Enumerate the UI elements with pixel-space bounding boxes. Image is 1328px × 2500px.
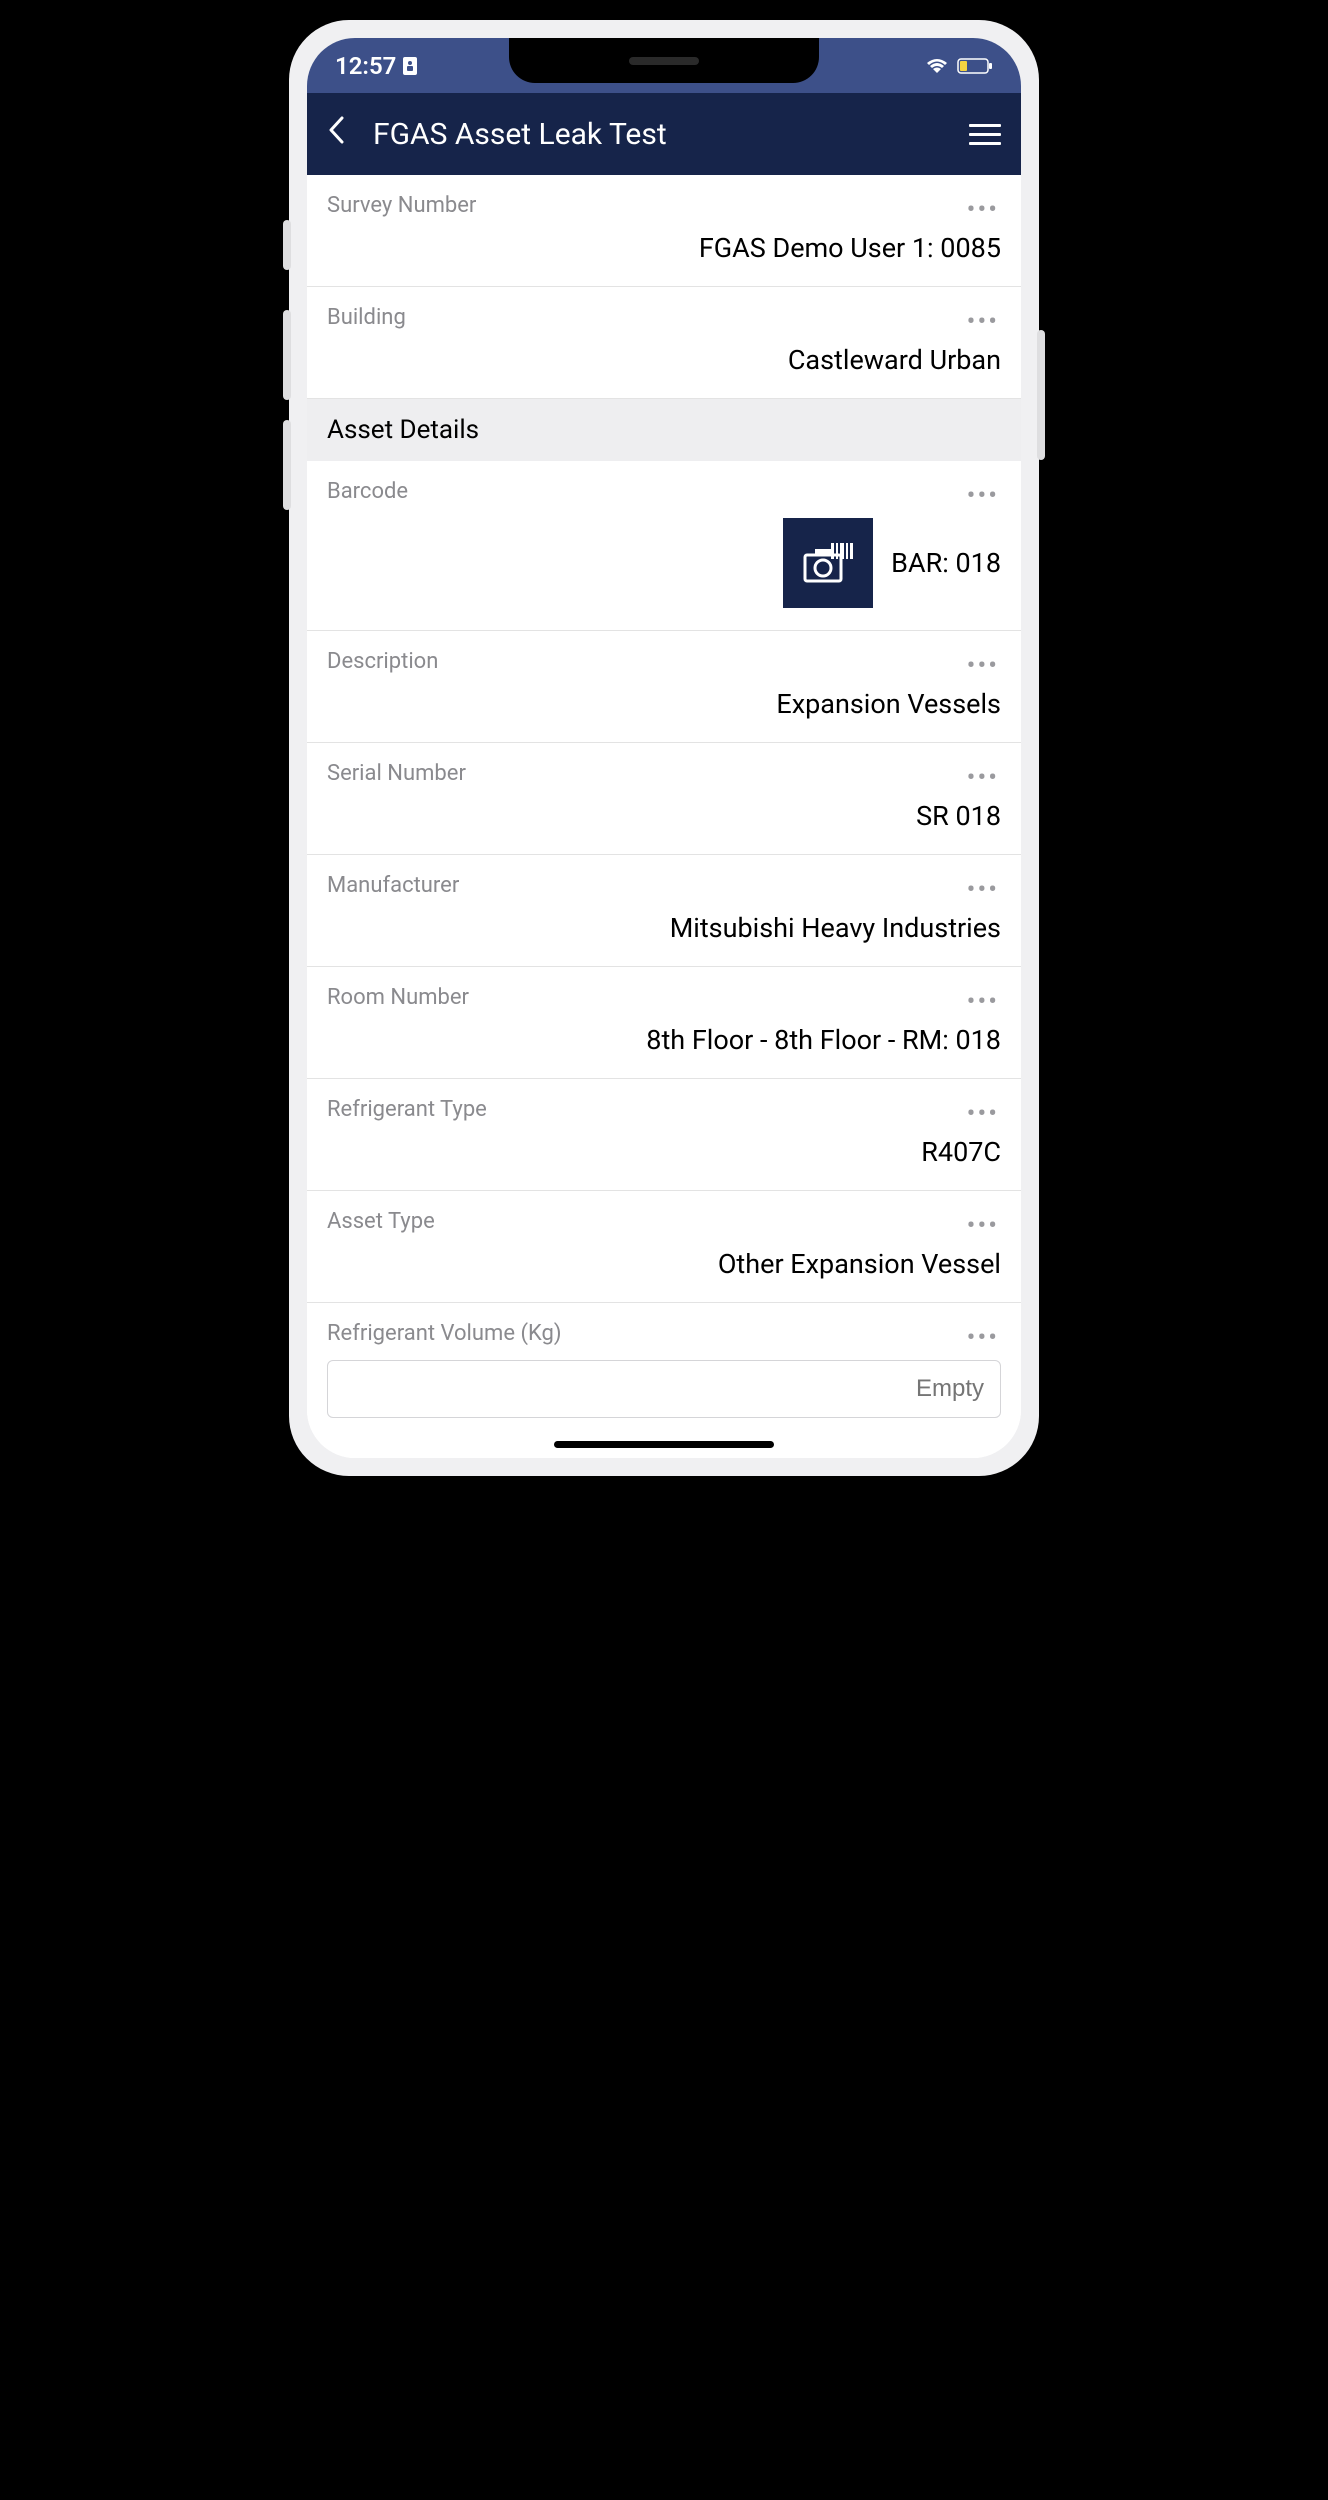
field-value: R407C	[327, 1136, 1001, 1168]
wifi-icon	[925, 57, 949, 75]
field-room-number[interactable]: ••• Room Number 8th Floor - 8th Floor - …	[307, 967, 1021, 1079]
field-serial-number[interactable]: ••• Serial Number SR 018	[307, 743, 1021, 855]
field-refrigerant-type[interactable]: ••• Refrigerant Type R407C	[307, 1079, 1021, 1191]
status-bar: 12:57	[307, 38, 1021, 93]
field-value: FGAS Demo User 1: 0085	[327, 232, 1001, 264]
field-value: BAR: 018	[891, 547, 1001, 579]
field-label: Survey Number	[327, 193, 1001, 218]
field-value: Mitsubishi Heavy Industries	[327, 912, 1001, 944]
field-label: Refrigerant Type	[327, 1097, 1001, 1122]
field-value: SR 018	[327, 800, 1001, 832]
back-button[interactable]	[327, 115, 345, 153]
status-time: 12:57	[335, 52, 396, 80]
field-value: Castleward Urban	[327, 344, 1001, 376]
field-label: Room Number	[327, 985, 1001, 1010]
field-description[interactable]: ••• Description Expansion Vessels	[307, 631, 1021, 743]
more-icon[interactable]: •••	[967, 987, 999, 1017]
field-label: Building	[327, 305, 1001, 330]
refrigerant-volume-input[interactable]	[327, 1360, 1001, 1418]
form-content: ••• Survey Number FGAS Demo User 1: 0085…	[307, 175, 1021, 1458]
more-icon[interactable]: •••	[967, 1211, 999, 1241]
field-survey-number[interactable]: ••• Survey Number FGAS Demo User 1: 0085	[307, 175, 1021, 287]
more-icon[interactable]: •••	[967, 651, 999, 681]
more-icon[interactable]: •••	[967, 1323, 999, 1353]
volume-down-button	[283, 420, 291, 510]
screen: 12:57	[307, 38, 1021, 1458]
battery-icon	[957, 57, 993, 75]
menu-button[interactable]	[969, 124, 1001, 145]
more-icon[interactable]: •••	[967, 1099, 999, 1129]
field-building[interactable]: ••• Building Castleward Urban	[307, 287, 1021, 399]
power-button	[1037, 330, 1045, 460]
field-value: Expansion Vessels	[327, 688, 1001, 720]
field-label: Refrigerant Volume (Kg)	[327, 1321, 1001, 1346]
barcode-scan-button[interactable]	[783, 518, 873, 608]
field-manufacturer[interactable]: ••• Manufacturer Mitsubishi Heavy Indust…	[307, 855, 1021, 967]
page-title: FGAS Asset Leak Test	[373, 117, 941, 152]
more-icon[interactable]: •••	[967, 875, 999, 905]
field-barcode[interactable]: ••• Barcode	[307, 461, 1021, 631]
field-label: Barcode	[327, 479, 1001, 504]
notch	[509, 38, 819, 83]
status-time-area: 12:57	[335, 52, 418, 80]
field-asset-type[interactable]: ••• Asset Type Other Expansion Vessel	[307, 1191, 1021, 1303]
home-indicator[interactable]	[554, 1441, 774, 1448]
field-refrigerant-volume[interactable]: ••• Refrigerant Volume (Kg)	[307, 1303, 1021, 1458]
more-icon[interactable]: •••	[967, 195, 999, 225]
field-value: Other Expansion Vessel	[327, 1248, 1001, 1280]
more-icon[interactable]: •••	[967, 481, 999, 511]
field-label: Description	[327, 649, 1001, 674]
speaker	[629, 57, 699, 65]
more-icon[interactable]: •••	[967, 307, 999, 337]
more-icon[interactable]: •••	[967, 763, 999, 793]
field-label: Asset Type	[327, 1209, 1001, 1234]
field-value: 8th Floor - 8th Floor - RM: 018	[327, 1024, 1001, 1056]
section-asset-details: Asset Details	[307, 399, 1021, 461]
phone-frame: 12:57	[289, 20, 1039, 1476]
field-label: Manufacturer	[327, 873, 1001, 898]
app-header: FGAS Asset Leak Test	[307, 93, 1021, 175]
side-button	[283, 220, 291, 270]
status-right	[925, 57, 993, 75]
volume-up-button	[283, 310, 291, 400]
field-label: Serial Number	[327, 761, 1001, 786]
sim-icon	[402, 56, 418, 76]
